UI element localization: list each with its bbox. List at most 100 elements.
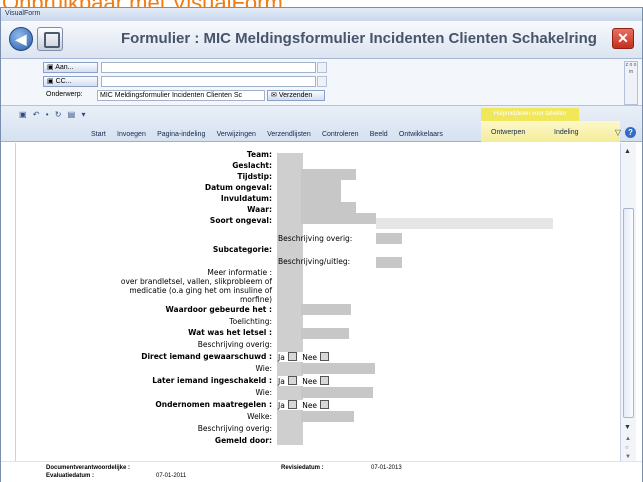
close-button[interactable]: ✕ — [612, 28, 634, 49]
arrow-left-icon: ◀ — [15, 31, 27, 47]
ja-checkbox[interactable] — [287, 352, 297, 361]
form-header: ◀ Formulier : MIC Meldingsformulier Inci… — [1, 21, 642, 59]
field-soort-extra[interactable] — [376, 218, 553, 229]
tab-verwijzingen[interactable]: Verwijzingen — [217, 131, 256, 138]
tab-beeld[interactable]: Beeld — [370, 131, 388, 138]
label-beschrijving-overig: Beschrijving overig: — [278, 234, 353, 243]
tab-indeling[interactable]: Indeling — [554, 129, 579, 136]
label-meer-info-3: medicatie (o.a ging het om insuline of — [129, 286, 272, 295]
to-label: Aan... — [55, 64, 74, 71]
mail-header: ▣ Aan... ▣ CC... Onderwerp: MIC Meldings… — [1, 59, 642, 105]
mail-side-scroll[interactable]: z o o m — [624, 61, 638, 105]
back-button[interactable]: ◀ — [9, 27, 33, 51]
label-meer-info-4: morfine) — [240, 295, 272, 304]
help-icon[interactable]: ? — [625, 127, 636, 138]
label-wie-1: Wie: — [255, 364, 272, 373]
send-label: Verzenden — [278, 92, 313, 99]
field-beschrijving-overig[interactable] — [376, 233, 402, 244]
label-team: Team: — [246, 150, 272, 159]
nee-label: Nee — [302, 353, 318, 362]
browse-object-icon[interactable]: ▲ ○ ▼ — [625, 435, 631, 462]
evaluatie-label: Evaluatiedatum : — [46, 473, 95, 479]
close-icon: ✕ — [617, 30, 629, 46]
tab-controleren[interactable]: Controleren — [322, 131, 359, 138]
label-letsel: Wat was het letsel : — [188, 328, 272, 337]
evaluatie-value: 07-01-2011 — [156, 473, 187, 479]
field-soort[interactable] — [301, 213, 376, 224]
to-field[interactable] — [101, 62, 316, 73]
label-geslacht: Geslacht: — [232, 161, 272, 170]
label-waardoor: Waardoor gebeurde het : — [165, 305, 272, 314]
cc-button[interactable]: ▣ CC... — [43, 76, 98, 87]
label-maatregelen: Ondernomen maatregelen : — [155, 400, 272, 409]
vertical-scrollbar[interactable]: ▲ ▼ ▲ ○ ▼ — [620, 143, 636, 461]
ribbon-collapse-icon[interactable]: ▽ — [615, 128, 621, 137]
label-datum: Datum ongeval: — [204, 183, 272, 192]
table-tools-title: Hulpmiddelen voor tabellen — [481, 108, 579, 121]
form-title: Formulier : MIC Meldingsformulier Incide… — [121, 30, 597, 47]
nee-label: Nee — [302, 401, 318, 410]
scroll-up-icon[interactable]: ▲ — [624, 148, 631, 155]
label-beschrijving-overig-3: Beschrijving overig: — [197, 424, 272, 433]
ja-checkbox[interactable] — [287, 400, 297, 409]
direct-options: Ja Nee — [278, 352, 333, 362]
label-wie-2: Wie: — [255, 388, 272, 397]
label-toelichting: Toelichting: — [229, 317, 272, 326]
field-welke[interactable] — [301, 411, 354, 422]
tab-invoegen[interactable]: Invoegen — [117, 131, 146, 138]
tab-verzendlijsten[interactable]: Verzendlijsten — [267, 131, 311, 138]
field-tijdstip[interactable] — [301, 169, 356, 180]
label-later: Later iemand ingeschakeld : — [152, 376, 272, 385]
quick-access-toolbar[interactable]: ▣ ↶ • ↻ ▤ ▾ — [19, 110, 87, 119]
revisie-value: 07-01-2013 — [371, 465, 402, 471]
label-soort: Soort ongeval: — [209, 216, 272, 225]
label-invuldatum: Invuldatum: — [220, 194, 272, 203]
tab-ontwerpen[interactable]: Ontwerpen — [491, 129, 525, 136]
send-button[interactable]: ✉ Verzenden — [267, 90, 325, 101]
address-book-icon: ▣ — [47, 78, 56, 85]
address-book-icon: ▣ — [47, 64, 56, 71]
window-title: VisualForm — [1, 8, 642, 21]
scroll-down-icon[interactable]: ▼ — [624, 424, 631, 431]
ja-label: Ja — [278, 353, 285, 362]
nee-label: Nee — [302, 377, 318, 386]
subject-field[interactable]: MIC Meldingsformulier Incidenten Cliente… — [97, 90, 265, 101]
field-datum[interactable] — [301, 180, 341, 191]
ja-label: Ja — [278, 377, 285, 386]
field-beschrijving-uitleg[interactable] — [376, 257, 402, 268]
tab-pagina-indeling[interactable]: Pagina-indeling — [157, 131, 205, 138]
label-welke: Welke: — [247, 412, 272, 421]
ribbon-tabs: Start Invoegen Pagina-indeling Verwijzin… — [91, 129, 452, 138]
to-button[interactable]: ▣ Aan... — [43, 62, 98, 73]
tab-ontwikkelaars[interactable]: Ontwikkelaars — [399, 131, 443, 138]
label-beschrijving-uitleg: Beschrijving/uitleg: — [278, 257, 351, 266]
label-beschrijving-overig-2: Beschrijving overig: — [197, 340, 272, 349]
label-subcategorie: Subcategorie: — [212, 245, 272, 254]
ja-label: Ja — [278, 401, 285, 410]
tab-start[interactable]: Start — [91, 131, 106, 138]
docverantw-label: Documentverantwoordelijke : — [46, 465, 131, 471]
label-gemeld: Gemeld door: — [214, 436, 272, 445]
field-waardoor[interactable] — [301, 304, 351, 315]
label-waar: Waar: — [247, 205, 272, 214]
revisie-label: Revisiedatum : — [281, 465, 324, 471]
to-scroll[interactable] — [317, 62, 327, 73]
label-meer-info-2: over brandletsel, vallen, slikprobleem o… — [120, 277, 272, 286]
field-invuldatum[interactable] — [301, 191, 341, 202]
field-wie-1[interactable] — [301, 363, 375, 374]
nee-checkbox[interactable] — [320, 352, 330, 361]
cc-scroll[interactable] — [317, 76, 327, 87]
nee-checkbox[interactable] — [320, 376, 330, 385]
visualform-window: VisualForm ◀ Formulier : MIC Meldingsfor… — [0, 7, 643, 482]
nee-checkbox[interactable] — [320, 400, 330, 409]
send-icon: ✉ — [271, 92, 279, 99]
print-icon[interactable] — [37, 27, 63, 51]
field-wie-2[interactable] — [301, 387, 373, 398]
ja-checkbox[interactable] — [287, 376, 297, 385]
scroll-thumb[interactable] — [623, 208, 634, 418]
field-waar[interactable] — [301, 202, 356, 213]
field-letsel[interactable] — [301, 328, 349, 339]
cc-field[interactable] — [101, 76, 316, 87]
label-tijdstip: Tijdstip: — [237, 172, 272, 181]
label-direct: Direct iemand gewaarschuwd : — [141, 352, 272, 361]
